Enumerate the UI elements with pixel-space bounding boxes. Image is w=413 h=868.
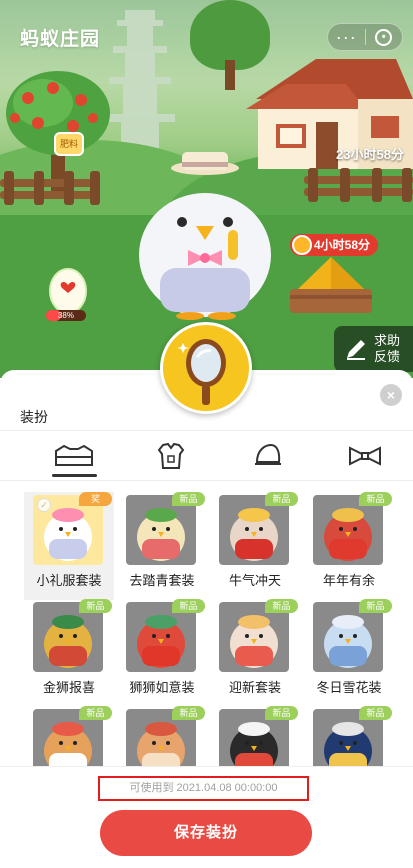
tab-hat[interactable] bbox=[220, 431, 317, 481]
tab-clothes[interactable] bbox=[123, 431, 220, 481]
house-timer: 23小时58分 bbox=[336, 147, 404, 162]
tab-outfit-set[interactable] bbox=[26, 431, 123, 481]
chicken-character[interactable] bbox=[130, 150, 280, 320]
dressup-panel: 装扮 × ✓ 奖小礼服套装 新品 去踏青套装 新品 牛气冲天 新品 年年有余 新… bbox=[0, 370, 413, 868]
outfit-item[interactable]: 新品狮狮如意装 bbox=[117, 599, 207, 707]
close-circle-icon: • bbox=[375, 28, 393, 46]
checkmark-icon: ✓ bbox=[37, 498, 51, 512]
new-badge: 新品 bbox=[265, 706, 298, 720]
outfit-item[interactable]: 新品牛气冲天 bbox=[210, 492, 300, 600]
outfit-name: 迎新套装 bbox=[228, 680, 281, 695]
outfit-item[interactable]: 新品 bbox=[24, 706, 114, 767]
close-icon[interactable]: × bbox=[380, 384, 402, 406]
alarm-clock-icon bbox=[292, 235, 312, 255]
new-badge: 新品 bbox=[172, 599, 205, 613]
outfit-name: 年年有余 bbox=[322, 573, 375, 588]
feed-timer: 4小时58分 bbox=[290, 234, 379, 256]
egg-progress-label: 38% bbox=[57, 311, 74, 320]
new-badge: 新品 bbox=[359, 706, 392, 720]
outfit-name: 小礼服套装 bbox=[36, 573, 102, 588]
new-badge: 新品 bbox=[172, 492, 205, 506]
new-badge: 新品 bbox=[265, 492, 298, 506]
panel-title: 装扮 bbox=[20, 409, 48, 425]
tab-bowtie[interactable] bbox=[316, 431, 413, 481]
outfit-name: 牛气冲天 bbox=[228, 573, 281, 588]
outfit-item[interactable]: 新品 bbox=[304, 706, 394, 767]
outfit-item[interactable]: 新品金狮报喜 bbox=[24, 599, 114, 707]
outfit-item[interactable]: 新品年年有余 bbox=[304, 492, 394, 600]
new-badge: 新品 bbox=[79, 706, 112, 720]
outfit-grid: ✓ 奖小礼服套装 新品 去踏青套装 新品 牛气冲天 新品 年年有余 新品 金狮报喜 新品 狮狮如意装新… bbox=[24, 492, 396, 767]
save-outfit-button[interactable]: 保存装扮 bbox=[100, 810, 312, 856]
outfit-name: 去踏青套装 bbox=[129, 573, 195, 588]
egg-progress-icon[interactable] bbox=[48, 265, 88, 313]
outfit-item[interactable]: 新品去踏青套装 bbox=[117, 492, 207, 600]
outfit-name: 狮狮如意装 bbox=[129, 680, 195, 695]
category-tabs bbox=[0, 431, 413, 481]
expiry-date: 可使用到 2021.04.08 00:00:00 bbox=[98, 776, 309, 801]
new-badge: 新品 bbox=[79, 599, 112, 613]
new-badge: 新品 bbox=[172, 706, 205, 720]
close-app-button[interactable]: • bbox=[365, 28, 402, 46]
outfit-item[interactable]: ✓ 奖小礼服套装 bbox=[24, 492, 114, 600]
egg-progress-bar: 38% bbox=[46, 310, 86, 321]
bowtie-icon bbox=[348, 446, 381, 466]
outfit-item[interactable]: 新品 bbox=[210, 706, 300, 767]
clothes-icon bbox=[157, 442, 185, 469]
edit-pencil-icon bbox=[347, 340, 365, 360]
outfit-name: 金狮报喜 bbox=[42, 680, 95, 695]
award-badge: 奖 bbox=[79, 492, 112, 506]
outfit-item[interactable]: 新品 bbox=[117, 706, 207, 767]
hat-icon bbox=[254, 443, 281, 465]
new-badge: 新品 bbox=[359, 599, 392, 613]
hand-mirror-icon bbox=[177, 339, 226, 405]
outfit-set-icon bbox=[55, 444, 94, 466]
outfit-name: 冬日雪花装 bbox=[316, 680, 382, 695]
more-icon[interactable]: ··· bbox=[328, 27, 365, 47]
new-badge: 新品 bbox=[359, 492, 392, 506]
outfit-item[interactable]: 新品迎新套装 bbox=[210, 599, 300, 707]
help-feedback-button[interactable]: 求助反馈 bbox=[334, 326, 413, 372]
feed-timer-label: 4小时58分 bbox=[314, 238, 371, 252]
mini-program-capsule: ··· • bbox=[327, 23, 403, 51]
app-title: 蚂蚁庄园 bbox=[20, 29, 101, 50]
new-badge: 新品 bbox=[265, 599, 298, 613]
fertilizer-badge[interactable]: 肥料 bbox=[54, 132, 84, 156]
bottom-bar: 可使用到 2021.04.08 00:00:00 保存装扮 bbox=[0, 766, 413, 868]
fence-left bbox=[0, 171, 100, 205]
fence-right bbox=[304, 168, 413, 202]
outfit-item[interactable]: 新品冬日雪花装 bbox=[304, 599, 394, 707]
food-bowl[interactable] bbox=[288, 255, 374, 317]
help-feedback-label: 求助反馈 bbox=[374, 333, 401, 364]
mirror-dressup-button[interactable] bbox=[160, 322, 252, 414]
